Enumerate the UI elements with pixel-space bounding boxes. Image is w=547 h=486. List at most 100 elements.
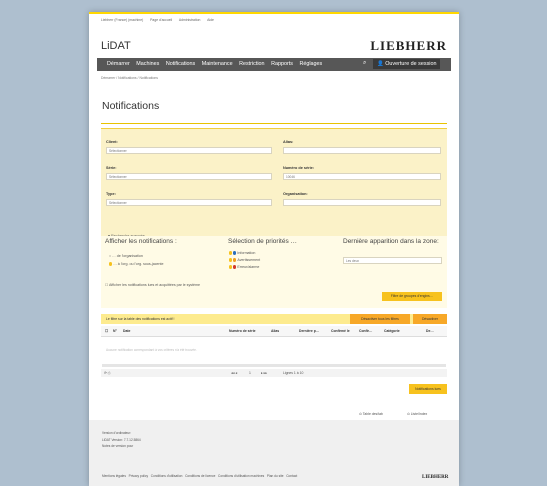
client-label: Client: — [106, 140, 118, 144]
display-option-sub-org-label: … à l'org. ou l'org. sous-jacente — [113, 262, 164, 266]
breadcrumb[interactable]: Démarrer / Notifications / Notifications — [101, 76, 158, 80]
table-link-label: Table des/tab — [362, 412, 383, 416]
prev-page-icon[interactable]: ◂◂ ◂ — [231, 371, 237, 375]
footer-link-terms[interactable]: Conditions d'utilisation — [151, 474, 183, 478]
col-confirmed[interactable]: Confirmé le — [331, 329, 350, 333]
col-alias[interactable]: Alias — [271, 329, 279, 333]
footer-release-notes[interactable]: Notes de version pour — [102, 444, 133, 448]
priority-warning-label: Avertissement — [237, 258, 261, 262]
client-select[interactable]: Sélectionner — [106, 147, 272, 154]
table-link[interactable]: ⊙ Table des/tab — [359, 412, 383, 416]
zone-select[interactable]: Les deux — [343, 257, 442, 264]
alias-input[interactable] — [283, 147, 441, 154]
main-nav: Démarrer Machines Notifications Maintena… — [97, 58, 451, 71]
table-scrollbar[interactable] — [102, 364, 446, 367]
nav-item-rapports[interactable]: Rapports — [271, 61, 293, 67]
footer-title: Version d'ordinateur: — [102, 431, 132, 435]
priority-error-label: Erreur/alarme — [237, 265, 260, 269]
col-last-seen[interactable]: Dernière p… — [299, 329, 319, 333]
index-link-label: Liste/Index — [410, 412, 428, 416]
alias-label: Alias: — [283, 140, 294, 144]
next-page-icon[interactable]: ▸ ▸▸ — [261, 371, 267, 375]
footer-links: Mentions légales Privacy policy Conditio… — [102, 474, 297, 478]
nav-item-restriction[interactable]: Restriction — [239, 61, 264, 67]
col-description[interactable]: De… — [426, 329, 434, 333]
liebherr-logo[interactable]: LIEBHERR — [370, 38, 447, 54]
login-button[interactable]: 👤 Ouverture de session — [373, 59, 441, 69]
priority-info-label: Information — [237, 251, 256, 255]
index-link[interactable]: ⊙ Liste/Index — [407, 412, 427, 416]
footer-link-license[interactable]: Conditions de licence — [185, 474, 215, 478]
nav-item-maintenance[interactable]: Maintenance — [202, 61, 233, 67]
checkbox-checked-icon — [229, 251, 233, 255]
top-link-home[interactable]: Page d'accueil — [150, 18, 172, 22]
col-confirmed-by[interactable]: Confir… — [359, 329, 372, 333]
organisation-input[interactable] — [283, 199, 441, 206]
col-serial[interactable]: Numéro de série — [229, 329, 256, 333]
page-number-input[interactable]: 1 — [249, 371, 251, 375]
refresh-icon[interactable]: ⟳ ⎙ — [104, 371, 111, 375]
checkbox-checked-icon — [229, 265, 233, 269]
nav-item-machines[interactable]: Machines — [136, 61, 159, 67]
priority-error[interactable]: Erreur/alarme — [229, 265, 259, 269]
filter-active-notice: Le filtre sur la table des notifications… — [101, 314, 447, 324]
footer-link-machine-terms[interactable]: Conditions d'utilisation machines — [218, 474, 264, 478]
zone-title: Dernière apparition dans la zone: — [343, 238, 439, 245]
display-option-sub-org[interactable]: … à l'org. ou l'org. sous-jacente — [109, 262, 164, 266]
nav-item-notifications[interactable]: Notifications — [166, 61, 195, 67]
footer-link-legal[interactable]: Mentions légales — [102, 474, 126, 478]
header: LiDAT LIEBHERR — [101, 36, 447, 56]
group-filter-button[interactable]: Filtre de groupes d'engins… — [382, 292, 442, 301]
footer-link-sitemap[interactable]: Plan du site — [267, 474, 284, 478]
nav-item-reglages[interactable]: Réglages — [299, 61, 322, 67]
priority-info[interactable]: Information — [229, 251, 255, 255]
type-label: Type: — [106, 192, 116, 196]
nav-item-demarrer[interactable]: Démarrer — [107, 61, 130, 67]
user-icon: 👤 — [377, 61, 384, 67]
display-options: Afficher les notifications : ○ … de l'or… — [101, 236, 447, 308]
filter-form: Client: Sélectionner Alias: Série: Sélec… — [101, 128, 447, 238]
priority-title: Sélection de priorités … — [228, 238, 298, 245]
footer-link-contact[interactable]: Contact — [286, 474, 297, 478]
col-date[interactable]: Date — [123, 329, 130, 333]
table-header: ☐ N° Date Numéro de série Alias Dernière… — [101, 326, 447, 337]
footer-link-privacy[interactable]: Privacy policy — [129, 474, 149, 478]
priority-warning[interactable]: Avertissement — [229, 258, 260, 262]
type-select[interactable]: Sélectionner — [106, 199, 272, 206]
notifications-panel: Client: Sélectionner Alias: Série: Sélec… — [101, 123, 447, 416]
top-link-bar: Liebherr (France) (machine) Page d'accue… — [101, 18, 220, 22]
serie-label: Série: — [106, 166, 117, 170]
display-option-org-label: … de l'organisation — [112, 254, 143, 258]
serial-number-input[interactable]: 10046 — [283, 173, 441, 180]
error-icon — [233, 265, 237, 269]
pagination: ⟳ ⎙ ◂◂ ◂ 1 ▸ ▸▸ Lignes 1 à 10 — [101, 369, 447, 377]
close-filter-button[interactable]: Désactiver — [413, 314, 447, 324]
display-title: Afficher les notifications : — [105, 238, 177, 245]
warning-icon — [233, 258, 237, 262]
search-icon[interactable]: ⌕ — [363, 60, 366, 67]
serie-select[interactable]: Sélectionner — [106, 173, 272, 180]
empty-table-message: Aucune notification correspondant à vos … — [106, 348, 197, 352]
read-notifications-button[interactable]: Notifications lues — [409, 384, 447, 394]
rows-count: Lignes 1 à 10 — [283, 371, 304, 375]
checkbox-checked-icon — [229, 258, 233, 262]
login-label: Ouverture de session — [385, 61, 437, 67]
app-title: LiDAT — [101, 40, 131, 52]
reset-filters-button[interactable]: Désactiver tous les filtres — [350, 314, 410, 324]
serial-number-label: Numéro de série: — [283, 166, 315, 170]
radio-selected-icon — [109, 262, 113, 266]
organisation-label: Organisation: — [283, 192, 308, 196]
display-option-org[interactable]: ○ … de l'organisation — [109, 254, 143, 258]
footer: Version d'ordinateur: LiDAT Version: 7.7… — [89, 420, 459, 486]
footer-version: LiDAT Version: 7.7.12.5864 — [102, 438, 141, 442]
top-link-admin[interactable]: Administration — [179, 18, 200, 22]
show-read-checkbox[interactable]: ☐ Afficher les notifications lues et acq… — [105, 283, 200, 287]
footer-logo: LIEBHERR — [422, 475, 449, 480]
top-link-company[interactable]: Liebherr (France) (machine) — [101, 18, 143, 22]
select-all-checkbox[interactable]: ☐ — [105, 329, 108, 333]
show-read-label: Afficher les notifications lues et acqui… — [109, 283, 201, 287]
page: Liebherr (France) (machine) Page d'accue… — [89, 12, 459, 486]
top-link-help[interactable]: Aide — [207, 18, 214, 22]
col-number[interactable]: N° — [113, 329, 117, 333]
col-category[interactable]: Catégorie — [384, 329, 400, 333]
